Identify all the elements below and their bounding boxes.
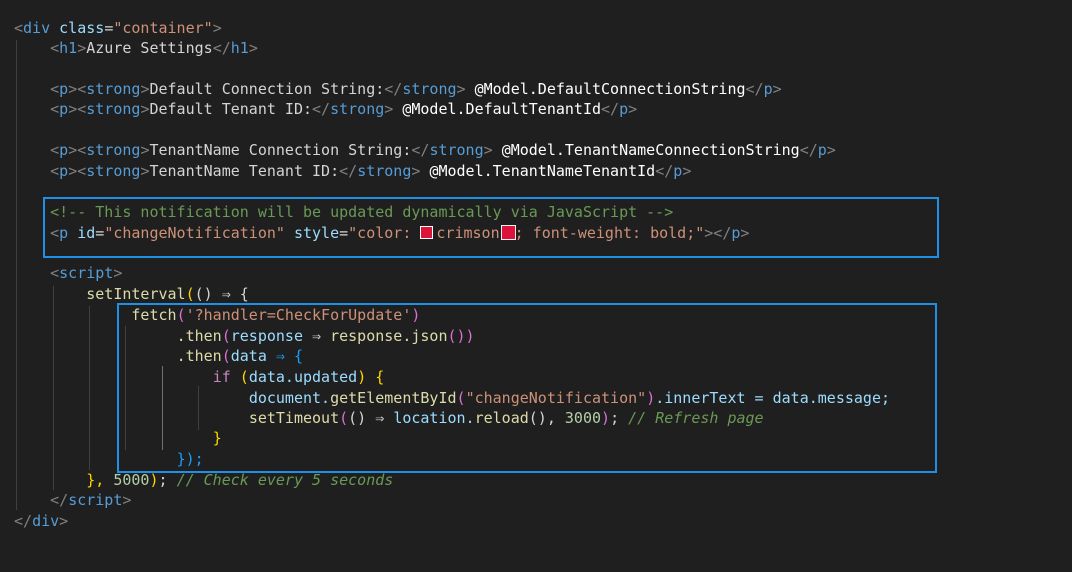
code-line-22: }); (176, 450, 204, 468)
code-line-4: <p><strong>Default Connection String:</s… (50, 80, 782, 98)
code-line-19: document.getElementById("changeNotificat… (248, 389, 891, 407)
code-line-11: <p id="changeNotification" style="color:… (50, 224, 750, 242)
code-line-24: </script> (50, 491, 132, 509)
code-line-25: </div> (14, 512, 69, 530)
color-swatch[interactable] (420, 226, 434, 239)
code-line-7: <p><strong>TenantName Connection String:… (50, 141, 836, 159)
code-line-23: }, 5000); // Check every 5 seconds (86, 471, 394, 489)
code-editor[interactable]: <div class="container"> <h1>Azure Settin… (0, 0, 1072, 572)
code-line-5: <p><strong>Default Tenant ID:</strong> @… (50, 100, 638, 118)
code-line-2: <h1>Azure Settings</h1> (50, 39, 258, 57)
code-line-8: <p><strong>TenantName Tenant ID:</strong… (50, 162, 692, 180)
code-line-10: <!-- This notification will be updated d… (50, 203, 674, 221)
color-swatch[interactable] (500, 225, 516, 240)
code-line-14: setInterval(() ⇒ { (86, 285, 249, 303)
code-line-20: setTimeout(() ⇒ location.reload(), 3000)… (248, 409, 764, 427)
code-line-13: <script> (50, 264, 123, 282)
code-line-16: .then(response ⇒ response.json()) (176, 327, 475, 345)
code-line-1: <div class="container"> (14, 19, 222, 37)
code-line-21: } (212, 429, 222, 447)
code-line-15: fetch('?handler=CheckForUpdate') (131, 306, 421, 324)
code-line-18: if (data.updated) { (212, 368, 385, 386)
code-line-17: .then(data ⇒ { (176, 347, 303, 365)
